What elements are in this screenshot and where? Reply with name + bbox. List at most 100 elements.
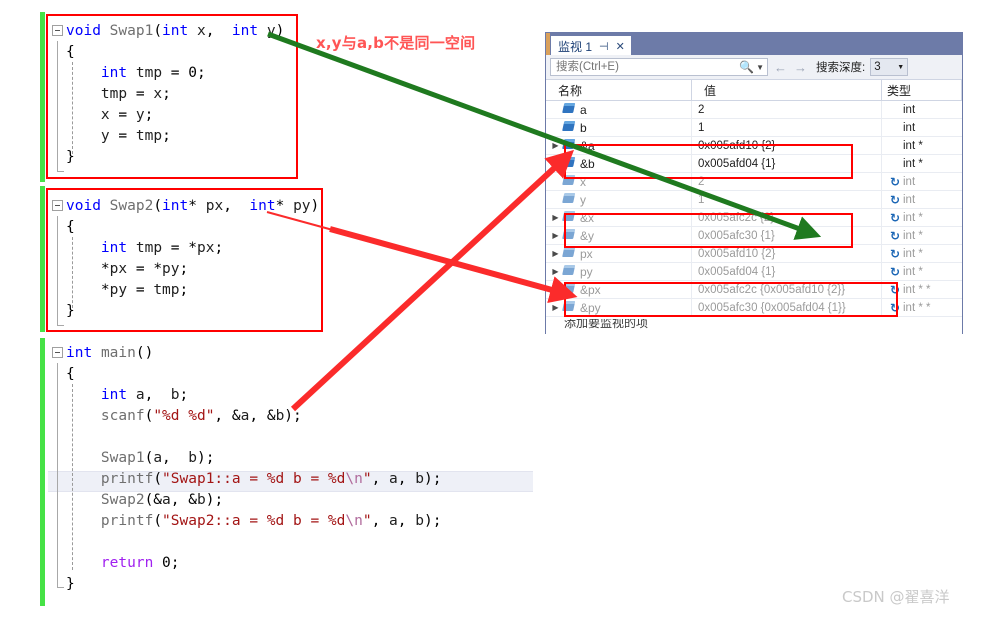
table-row[interactable]: ▶a2↻int	[546, 101, 962, 119]
watch-window[interactable]: 监视 1 ⊣ ✕ 🔍 ▼ ← → 搜索深度: 3 ▼ 名称 值 类型	[545, 32, 963, 336]
watch-row-type-cell: ↻int *	[882, 245, 962, 262]
watch-row-type: int * *	[903, 283, 931, 296]
column-header-value[interactable]: 值	[692, 80, 882, 100]
watch-row-type-cell: ↻int *	[882, 227, 962, 244]
watch-row-name-cell[interactable]: ▶a	[546, 101, 692, 118]
screenshot-root: void Swap1(int x, int y) { int tmp = 0; …	[0, 0, 992, 618]
refresh-placeholder: ↻	[887, 139, 903, 153]
highlight-box-address-pxpy	[564, 282, 898, 317]
variable-icon	[562, 266, 576, 277]
refresh-icon[interactable]: ↻	[887, 265, 903, 279]
watch-row-type-cell: ↻int	[882, 101, 962, 118]
variable-icon	[562, 104, 576, 115]
watch-row-type: int	[903, 175, 916, 188]
chevron-right-icon[interactable]: ▶	[550, 285, 561, 294]
chevron-right-icon[interactable]: ▶	[550, 267, 561, 276]
add-watch-item-row[interactable]: 添加要监视的项	[546, 319, 962, 336]
watch-row-name: y	[580, 192, 586, 207]
variable-icon	[562, 194, 576, 205]
arrow-right-icon[interactable]: →	[793, 60, 808, 75]
watch-row-value[interactable]: 1	[692, 191, 882, 208]
watch-row-type-cell: ↻int	[882, 191, 962, 208]
watch-row-name-cell[interactable]: ▶y	[546, 191, 692, 208]
code-line-main-11: }	[66, 576, 75, 592]
watch-row-type: int *	[903, 265, 923, 278]
watch-row-value[interactable]: 1	[692, 119, 882, 136]
code-line-main-7: Swap2(&a, &b);	[100, 492, 224, 508]
search-depth-select[interactable]: 3 ▼	[870, 58, 909, 76]
chevron-right-icon[interactable]: ▶	[550, 303, 561, 312]
chevron-right-icon[interactable]: ▶	[550, 249, 561, 258]
watch-row-name: b	[580, 120, 587, 135]
refresh-icon[interactable]: ↻	[887, 229, 903, 243]
arrow-left-icon[interactable]: ←	[773, 60, 788, 75]
table-row[interactable]: ▶ py 0x005afd04 {1} ↻ int *	[546, 263, 962, 281]
refresh-icon[interactable]: ↻	[887, 175, 903, 189]
expander-placeholder: ▶	[550, 123, 561, 132]
window-accent-strip	[546, 33, 550, 55]
chevron-right-icon[interactable]: ▶	[550, 159, 561, 168]
refresh-icon[interactable]: ↻	[887, 247, 903, 261]
refresh-placeholder: ↻	[887, 121, 903, 135]
table-row[interactable]: ▶b1↻int	[546, 119, 962, 137]
watch-row-type: int *	[903, 211, 923, 224]
highlight-box-address-ab	[564, 144, 853, 179]
expander-placeholder: ▶	[550, 177, 561, 186]
refresh-placeholder: ↻	[887, 157, 903, 171]
watch-row-type: int	[903, 103, 916, 116]
code-line-main-6: printf("Swap1::a = %d b = %d\n", a, b);	[100, 471, 442, 487]
variable-icon	[562, 248, 576, 259]
watch-row-type-cell: ↻int	[882, 173, 962, 190]
search-dropdown-icon[interactable]: ▼	[756, 63, 764, 72]
watch-titlebar: 监视 1 ⊣ ✕	[546, 33, 962, 55]
refresh-icon[interactable]: ↻	[887, 211, 903, 225]
refresh-icon[interactable]: ↻	[887, 193, 903, 207]
watch-row-type-cell: ↻int *	[882, 137, 962, 154]
watch-row-type: int	[903, 121, 916, 134]
search-container[interactable]: 🔍 ▼	[550, 58, 768, 76]
watch-row-type: int *	[903, 247, 923, 260]
highlight-box-address-xy	[564, 213, 853, 248]
column-header-type[interactable]: 类型	[882, 80, 962, 100]
watch-row-type: int * *	[903, 301, 931, 314]
change-bar-main	[40, 338, 45, 606]
table-row[interactable]: ▶y1↻int	[546, 191, 962, 209]
chevron-right-icon[interactable]: ▶	[550, 141, 561, 150]
watch-row-type: int	[903, 193, 916, 206]
search-icon[interactable]: 🔍	[739, 60, 754, 74]
watch-row-name: a	[580, 102, 587, 117]
watch-row-type: int *	[903, 229, 923, 242]
watch-row-value[interactable]: 0x005afd04 {1}	[692, 263, 882, 280]
watch-row-type-cell: ↻int *	[882, 155, 962, 172]
watch-row-name: py	[580, 264, 593, 279]
watermark: CSDN @翟喜洋	[842, 588, 950, 606]
watch-row-type: int *	[903, 139, 923, 152]
fold-guide-main	[57, 363, 58, 587]
pin-icon[interactable]: ⊣	[599, 40, 609, 53]
watch-row-name-cell[interactable]: ▶ py	[546, 263, 692, 280]
watch-row-type-cell: ↻int *	[882, 209, 962, 226]
watch-toolbar[interactable]: 🔍 ▼ ← → 搜索深度: 3 ▼	[546, 55, 962, 80]
fold-toggle-main[interactable]	[52, 347, 63, 358]
watch-row-value[interactable]: 2	[692, 101, 882, 118]
code-line-main-10: return 0;	[100, 555, 180, 571]
code-line-main-5: Swap1(a, b);	[100, 450, 215, 466]
chevron-right-icon[interactable]: ▶	[550, 231, 561, 240]
search-input[interactable]	[554, 60, 740, 74]
chevron-right-icon[interactable]: ▶	[550, 213, 561, 222]
chevron-down-icon[interactable]: ▼	[897, 64, 904, 71]
code-line-main-8: printf("Swap2::a = %d b = %d\n", a, b);	[100, 513, 442, 529]
close-icon[interactable]: ✕	[616, 40, 625, 53]
watch-tab[interactable]: 监视 1 ⊣ ✕	[551, 36, 631, 55]
change-bar-swap1	[40, 12, 45, 182]
code-line-main-3: scanf("%d %d", &a, &b);	[100, 408, 302, 424]
code-editor[interactable]: void Swap1(int x, int y) { int tmp = 0; …	[0, 0, 540, 618]
watch-row-name-cell[interactable]: ▶b	[546, 119, 692, 136]
watch-header-row: 名称 值 类型	[546, 80, 962, 101]
watch-row-type-cell: ↻int	[882, 119, 962, 136]
code-line-main-2: int a, b;	[100, 387, 189, 403]
search-depth-label: 搜索深度:	[816, 62, 866, 74]
annotation-note: x,y与a,b不是同一空间	[316, 34, 476, 52]
highlight-box-swap1	[46, 14, 298, 179]
column-header-name[interactable]: 名称	[546, 80, 692, 100]
